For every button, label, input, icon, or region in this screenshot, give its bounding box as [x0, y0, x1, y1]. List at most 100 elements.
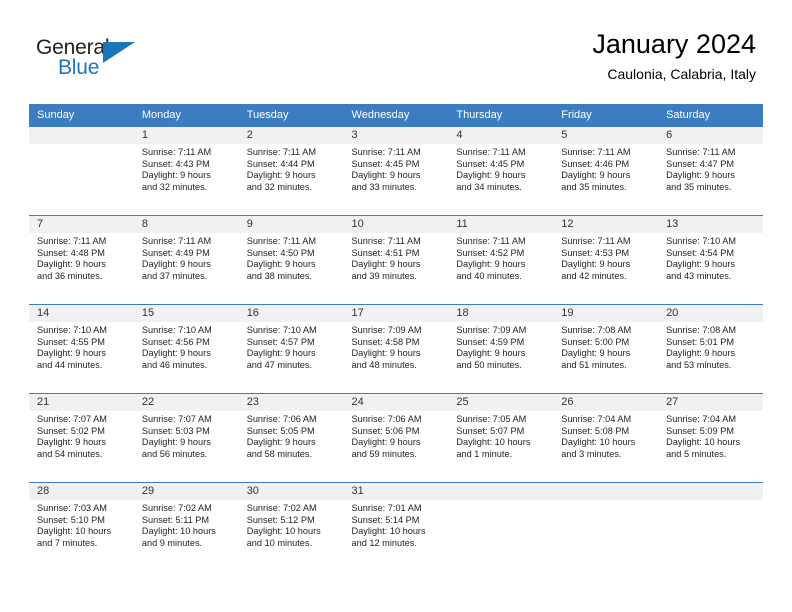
day-number	[658, 483, 763, 500]
calendar-day-cell[interactable]: 29 Sunrise: 7:02 AM Sunset: 5:11 PM Dayligh…	[133, 482, 239, 571]
day-details: Sunrise: 7:10 AM Sunset: 4:56 PM Daylight:…	[134, 322, 239, 371]
calendar-day-cell[interactable]: 13 Sunrise: 7:10 AM Sunset: 4:54 PM Dayligh…	[658, 215, 763, 305]
day-cell-inner: 19 Sunrise: 7:08 AM Sunset: 5:00 PM Dayligh…	[553, 305, 659, 393]
calendar-day-cell[interactable]: 12 Sunrise: 7:11 AM Sunset: 4:53 PM Dayligh…	[553, 215, 659, 305]
day-cell-inner: 29 Sunrise: 7:02 AM Sunset: 5:11 PM Dayligh…	[133, 483, 239, 571]
day-details: Sunrise: 7:10 AM Sunset: 4:55 PM Daylight:…	[29, 322, 134, 371]
day-cell-inner: 7 Sunrise: 7:11 AM Sunset: 4:48 PM Daylight…	[29, 216, 134, 304]
day-number: 23	[238, 394, 344, 411]
sunrise-time: Sunrise: 7:02 AM	[141, 503, 212, 513]
calendar-day-cell[interactable]: 5 Sunrise: 7:11 AM Sunset: 4:46 PM Daylight…	[553, 126, 659, 216]
day-details: Sunrise: 7:10 AM Sunset: 4:57 PM Daylight:…	[239, 322, 344, 371]
day-details: Sunrise: 7:11 AM Sunset: 4:46 PM Daylight:…	[553, 144, 658, 193]
day-cell-inner	[553, 483, 659, 571]
sunrise-time: Sunrise: 7:08 AM	[561, 325, 632, 335]
calendar-day-cell[interactable]: 16 Sunrise: 7:10 AM Sunset: 4:57 PM Dayligh…	[238, 304, 344, 394]
calendar-day-cell[interactable]: 19 Sunrise: 7:08 AM Sunset: 5:00 PM Dayligh…	[553, 304, 659, 394]
day-details: Sunrise: 7:02 AM Sunset: 5:12 PM Daylight:…	[239, 500, 344, 549]
sunrise-time: Sunrise: 7:09 AM	[456, 325, 527, 335]
sunset-time: Sunset: 4:44 PM	[246, 158, 315, 169]
sunset-time: Sunset: 5:10 PM	[37, 514, 105, 525]
day-cell-inner: 20 Sunrise: 7:08 AM Sunset: 5:01 PM Dayligh…	[658, 305, 763, 393]
sunset-time: Sunset: 5:06 PM	[351, 425, 420, 436]
daylight-duration-line1: Daylight: 9 hours	[141, 348, 211, 359]
calendar-day-cell[interactable]: 22 Sunrise: 7:07 AM Sunset: 5:03 PM Dayligh…	[133, 393, 239, 483]
sunrise-time: Sunrise: 7:11 AM	[456, 236, 526, 246]
daylight-duration-line1: Daylight: 9 hours	[666, 348, 736, 359]
calendar-day-cell[interactable]: 27 Sunrise: 7:04 AM Sunset: 5:09 PM Dayligh…	[658, 393, 763, 483]
calendar-day-cell[interactable]: 20 Sunrise: 7:08 AM Sunset: 5:01 PM Dayligh…	[658, 304, 763, 394]
sunset-time: Sunset: 4:46 PM	[561, 158, 630, 169]
day-cell-inner: 14 Sunrise: 7:10 AM Sunset: 4:55 PM Dayligh…	[29, 305, 134, 393]
calendar-day-cell[interactable]: 10 Sunrise: 7:11 AM Sunset: 4:51 PM Dayligh…	[343, 215, 449, 305]
day-cell-inner: 28 Sunrise: 7:03 AM Sunset: 5:10 PM Dayligh…	[29, 483, 134, 571]
day-number	[448, 483, 554, 500]
calendar-day-cell[interactable]: 23 Sunrise: 7:06 AM Sunset: 5:05 PM Dayligh…	[238, 393, 344, 483]
calendar-day-cell[interactable]: 3 Sunrise: 7:11 AM Sunset: 4:45 PM Daylight…	[343, 126, 449, 216]
calendar-day-cell[interactable]: 9 Sunrise: 7:11 AM Sunset: 4:50 PM Daylight…	[238, 215, 344, 305]
day-details: Sunrise: 7:11 AM Sunset: 4:47 PM Daylight:…	[658, 144, 763, 193]
daylight-duration-line2: and 5 minutes.	[666, 448, 727, 459]
day-number: 7	[29, 216, 134, 233]
title-block: January 2024 Caulonia, Calabria, Italy	[592, 28, 756, 84]
sunset-time: Sunset: 4:45 PM	[351, 158, 420, 169]
calendar-day-cell[interactable]: 24 Sunrise: 7:06 AM Sunset: 5:06 PM Dayligh…	[343, 393, 449, 483]
calendar-week-row: 21 Sunrise: 7:07 AM Sunset: 5:02 PM Dayligh…	[29, 393, 763, 483]
day-details: Sunrise: 7:11 AM Sunset: 4:50 PM Daylight:…	[239, 233, 344, 282]
calendar-day-cell[interactable]: 30 Sunrise: 7:02 AM Sunset: 5:12 PM Dayligh…	[238, 482, 344, 571]
day-details: Sunrise: 7:01 AM Sunset: 5:14 PM Daylight:…	[344, 500, 449, 549]
daylight-duration-line1: Daylight: 9 hours	[37, 348, 106, 359]
day-cell-inner: 12 Sunrise: 7:11 AM Sunset: 4:53 PM Dayligh…	[553, 216, 659, 304]
day-number: 24	[343, 394, 449, 411]
calendar-day-cell[interactable]: 18 Sunrise: 7:09 AM Sunset: 4:59 PM Dayligh…	[448, 304, 554, 394]
day-number: 3	[343, 127, 449, 144]
calendar-day-cell[interactable]: 14 Sunrise: 7:10 AM Sunset: 4:55 PM Dayligh…	[29, 304, 134, 394]
day-details: Sunrise: 7:05 AM Sunset: 5:07 PM Daylight:…	[448, 411, 553, 460]
day-number: 1	[133, 127, 239, 144]
sunrise-time: Sunrise: 7:11 AM	[666, 147, 736, 157]
day-number: 17	[343, 305, 449, 322]
sunrise-time: Sunrise: 7:10 AM	[141, 325, 212, 335]
calendar-day-cell[interactable]: 21 Sunrise: 7:07 AM Sunset: 5:02 PM Dayligh…	[29, 393, 134, 483]
daylight-duration-line1: Daylight: 9 hours	[246, 437, 316, 448]
page-title: January 2024	[592, 29, 756, 59]
daylight-duration-line2: and 54 minutes.	[37, 448, 103, 459]
calendar-day-cell[interactable]: 31 Sunrise: 7:01 AM Sunset: 5:14 PM Dayligh…	[343, 482, 449, 571]
calendar-day-cell[interactable]: 17 Sunrise: 7:09 AM Sunset: 4:58 PM Dayligh…	[343, 304, 449, 394]
day-cell-inner: 6 Sunrise: 7:11 AM Sunset: 4:47 PM Daylight…	[658, 127, 763, 215]
sunset-time: Sunset: 5:01 PM	[666, 336, 734, 347]
daylight-duration-line2: and 58 minutes.	[246, 448, 313, 459]
sunrise-time: Sunrise: 7:02 AM	[246, 503, 317, 513]
day-details: Sunrise: 7:10 AM Sunset: 4:54 PM Daylight:…	[658, 233, 763, 282]
calendar-day-cell[interactable]: 26 Sunrise: 7:04 AM Sunset: 5:08 PM Dayligh…	[553, 393, 659, 483]
daylight-duration-line2: and 56 minutes.	[141, 448, 208, 459]
day-details: Sunrise: 7:11 AM Sunset: 4:43 PM Daylight:…	[134, 144, 239, 193]
calendar-day-cell[interactable]: 2 Sunrise: 7:11 AM Sunset: 4:44 PM Daylight…	[238, 126, 344, 216]
day-number: 6	[658, 127, 763, 144]
day-number: 28	[29, 483, 134, 500]
day-number: 5	[553, 127, 659, 144]
daylight-duration-line1: Daylight: 9 hours	[456, 170, 526, 181]
day-number	[553, 483, 659, 500]
day-cell-inner: 15 Sunrise: 7:10 AM Sunset: 4:56 PM Dayligh…	[133, 305, 239, 393]
daylight-duration-line2: and 35 minutes.	[666, 181, 732, 192]
daylight-duration-line2: and 47 minutes.	[246, 359, 313, 370]
calendar-day-cell[interactable]: 7 Sunrise: 7:11 AM Sunset: 4:48 PM Daylight…	[29, 215, 134, 305]
calendar-day-cell[interactable]: 15 Sunrise: 7:10 AM Sunset: 4:56 PM Dayligh…	[133, 304, 239, 394]
calendar-day-cell[interactable]: 4 Sunrise: 7:11 AM Sunset: 4:45 PM Daylight…	[448, 126, 554, 216]
calendar-day-cell[interactable]: 1 Sunrise: 7:11 AM Sunset: 4:43 PM Daylight…	[133, 126, 239, 216]
daylight-duration-line2: and 38 minutes.	[246, 270, 313, 281]
day-details: Sunrise: 7:08 AM Sunset: 5:01 PM Daylight:…	[658, 322, 763, 371]
calendar-day-cell[interactable]: 11 Sunrise: 7:11 AM Sunset: 4:52 PM Dayligh…	[448, 215, 554, 305]
calendar-day-cell[interactable]: 28 Sunrise: 7:03 AM Sunset: 5:10 PM Dayligh…	[29, 482, 134, 571]
calendar-day-cell[interactable]: 25 Sunrise: 7:05 AM Sunset: 5:07 PM Dayligh…	[448, 393, 554, 483]
calendar-day-cell[interactable]: 8 Sunrise: 7:11 AM Sunset: 4:49 PM Daylight…	[133, 215, 239, 305]
daylight-duration-line2: and 36 minutes.	[37, 270, 103, 281]
sunrise-time: Sunrise: 7:10 AM	[246, 325, 317, 335]
weekday-header-tuesday: Tuesday	[238, 104, 344, 127]
sunset-time: Sunset: 5:14 PM	[351, 514, 420, 525]
daylight-duration-line1: Daylight: 10 hours	[37, 526, 112, 537]
daylight-duration-line2: and 34 minutes.	[456, 181, 522, 192]
calendar-table: Sunday Monday Tuesday Wednesday Thursday…	[29, 104, 763, 571]
calendar-day-cell[interactable]: 6 Sunrise: 7:11 AM Sunset: 4:47 PM Daylight…	[658, 126, 763, 216]
